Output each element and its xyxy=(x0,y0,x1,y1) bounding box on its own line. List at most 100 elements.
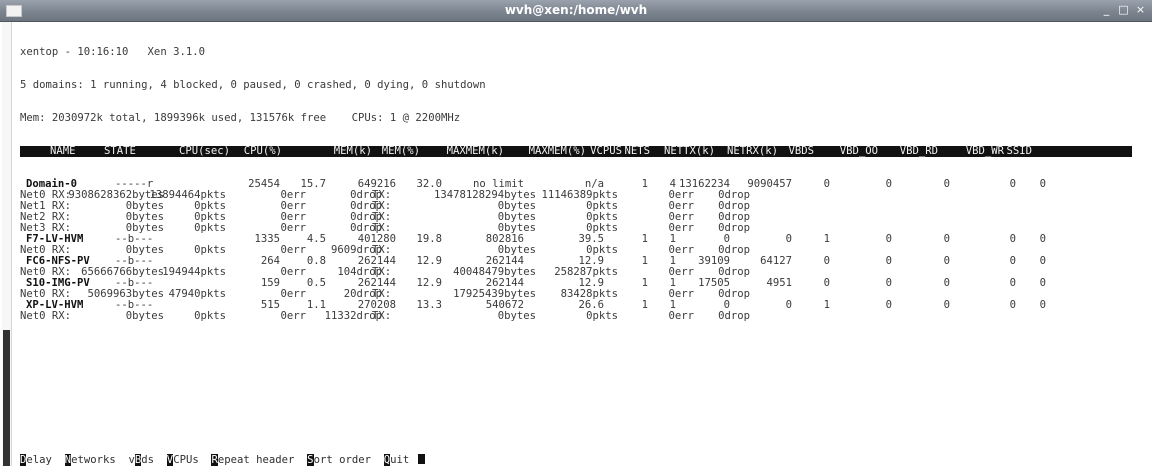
domain-vbd-oo-cell: 0 xyxy=(885,277,892,289)
column-header-maxmem-k: MAXMEM(k) xyxy=(446,145,504,157)
column-header-mem-k: MEM(k) xyxy=(333,145,372,157)
domain-netrx-cell: 9090457 xyxy=(747,178,792,190)
menu-sort-order[interactable]: Sort order xyxy=(307,454,371,466)
domain-ssid-cell: 0 xyxy=(1039,233,1046,245)
domain-vbd-wr-cell: 0 xyxy=(1009,255,1016,267)
domain-vbd-rd-cell: 0 xyxy=(943,255,950,267)
domain-vbd-oo-cell: 0 xyxy=(885,255,892,267)
menu-repeat-header-label: epeat header xyxy=(217,454,295,466)
domain-vbd-rd-cell: 0 xyxy=(943,277,950,289)
domain-row: XP-LV-HVM --b--- 515 1.1 270208 13.3 540672 26.… xyxy=(20,300,1148,311)
column-header-state: STATE xyxy=(104,145,136,157)
menu-delay-label: elay xyxy=(26,454,52,466)
scrollbar-thumb[interactable] xyxy=(3,330,10,466)
window-controls: _ □ × xyxy=(1099,3,1148,17)
column-header-cpu-pct: CPU(%) xyxy=(243,145,282,157)
domain-vcpus-cell: 1 xyxy=(641,255,648,267)
menu-delay[interactable]: Delay xyxy=(20,454,52,466)
column-header-nets: NETS xyxy=(624,145,650,157)
menu-networks[interactable]: Networks xyxy=(64,454,116,466)
domain-vbd-wr-cell: 0 xyxy=(1009,178,1016,190)
network-row: Net1 RX: 0bytes 0pkts 0err 0drop TX: 0bytes 0pk… xyxy=(20,201,1148,212)
domain-vbd-rd-cell: 0 xyxy=(943,233,950,245)
network-row: Net2 RX: 0bytes 0pkts 0err 0drop TX: 0bytes 0pk… xyxy=(20,212,1148,223)
column-header-name: NAME xyxy=(50,145,76,157)
domain-cpu-sec-cell: 25454 xyxy=(248,178,280,190)
domain-cpu-pct-cell: 4.5 xyxy=(306,233,326,245)
summary-line: Mem: 2030972k total, 1899396k used, 1315… xyxy=(20,112,461,124)
net-rx-bytes-cell: 0bytes xyxy=(125,310,164,322)
domain-row: F7-LV-HVM --b--- 1335 4.5 401280 19.8 802816 39… xyxy=(20,234,1148,245)
net-rx-err-cell: 0err xyxy=(280,244,306,256)
close-button[interactable]: × xyxy=(1133,3,1148,17)
domain-vbd-oo-cell: 0 xyxy=(885,178,892,190)
title-bar[interactable]: wvh@xen:/home/wvh _ □ × xyxy=(0,0,1152,22)
column-header-ssid: SSID xyxy=(1006,145,1032,157)
domain-vbds-cell: 1 xyxy=(823,299,830,311)
summary-line: 5 domains: 1 running, 4 blocked, 0 pause… xyxy=(20,79,486,91)
domain-vbds-cell: 0 xyxy=(823,178,830,190)
net-rx-err-cell: 0err xyxy=(280,310,306,322)
menu-networks-label: etworks xyxy=(71,454,116,466)
scrollbar[interactable] xyxy=(2,22,12,466)
domain-ssid-cell: 0 xyxy=(1039,178,1046,190)
domain-cpu-pct-cell: 1.1 xyxy=(306,299,326,311)
network-row: Net0 RX: 9308628362bytes 13894464pkts 0err 0… xyxy=(20,190,1148,201)
text-cursor xyxy=(417,454,425,464)
column-header-nettx: NETTX(k) xyxy=(663,145,715,157)
domain-vbds-cell: 1 xyxy=(823,233,830,245)
net-rx-pkts-cell: 47940pkts xyxy=(168,288,226,300)
terminal-window: wvh@xen:/home/wvh _ □ × xentop - 10:16:1… xyxy=(0,0,1152,466)
net-tx-bytes-cell: 0bytes xyxy=(497,310,536,322)
column-header-mem-pct: MEM(%) xyxy=(381,145,420,157)
domain-vbd-wr-cell: 0 xyxy=(1009,277,1016,289)
column-header-vbd-rd: VBD_RD xyxy=(899,145,938,157)
column-header-cpu-sec: CPU(sec) xyxy=(178,145,230,157)
xentop-output: xentop - 10:16:10 Xen 3.1.0 5 domains: 1… xyxy=(20,25,1148,463)
domain-vcpus-cell: 1 xyxy=(641,233,648,245)
net-rx-err-cell: 0err xyxy=(280,288,306,300)
domain-vbds-cell: 0 xyxy=(823,277,830,289)
domain-cpu-sec-cell: 159 xyxy=(260,277,280,289)
domain-cpu-sec-cell: 264 xyxy=(260,255,280,267)
maximize-button[interactable]: □ xyxy=(1116,3,1131,17)
net-label-cell: Net0 RX: xyxy=(20,310,72,322)
net-rx-pkts-cell: 0pkts xyxy=(194,244,226,256)
net-tx-drop-cell: 0drop xyxy=(718,288,750,300)
domain-vcpus-cell: 1 xyxy=(641,277,648,289)
domain-vbd-wr-cell: 0 xyxy=(1009,299,1016,311)
net-rx-pkts-cell: 194944pkts xyxy=(162,266,226,278)
domain-vcpus-cell: 1 xyxy=(641,178,648,190)
domain-mem-pct-cell: 19.8 xyxy=(416,233,442,245)
domain-vbd-oo-cell: 0 xyxy=(885,299,892,311)
menu-sort-order-label: ort order xyxy=(313,454,371,466)
column-header-vcpus: VCPUS xyxy=(590,145,622,157)
net-rx-pkts-cell: 0pkts xyxy=(194,310,226,322)
net-tx-pkts-cell: 0pkts xyxy=(586,310,618,322)
domain-cpu-sec-cell: 515 xyxy=(260,299,280,311)
domain-netrx-cell: 64127 xyxy=(760,255,792,267)
domain-vbd-rd-cell: 0 xyxy=(943,178,950,190)
domain-vcpus-cell: 1 xyxy=(641,299,648,311)
net-tx-drop-cell: 0drop xyxy=(718,222,750,234)
menu-quit[interactable]: Quit xyxy=(383,454,409,466)
domain-vbd-wr-cell: 0 xyxy=(1009,233,1016,245)
summary-line: xentop - 10:16:10 Xen 3.1.0 xyxy=(20,46,205,58)
domain-table: Domain-0 -----r 25454 15.7 649216 32.0 no limi… xyxy=(20,179,1148,322)
menu-vcpus[interactable]: VCPUs xyxy=(166,454,199,466)
window-title: wvh@xen:/home/wvh xyxy=(504,3,648,17)
menu-repeat-header[interactable]: Repeat header xyxy=(211,454,294,466)
menu-vbds[interactable]: vBds xyxy=(128,454,154,466)
domain-ssid-cell: 0 xyxy=(1039,299,1046,311)
domain-mem-pct-cell: 13.3 xyxy=(416,299,442,311)
domain-netrx-cell: 0 xyxy=(785,299,792,311)
net-tx-drop-cell: 0drop xyxy=(718,310,750,322)
domain-mem-pct-cell: 12.9 xyxy=(416,277,442,289)
domain-ssid-cell: 0 xyxy=(1039,255,1046,267)
domain-netrx-cell: 0 xyxy=(785,233,792,245)
column-header-vbds: VBDS xyxy=(788,145,814,157)
net-tx-label-cell: TX: xyxy=(372,310,392,322)
column-header-vbd-wr: VBD_WR xyxy=(965,145,1004,157)
minimize-button[interactable]: _ xyxy=(1099,3,1114,17)
net-rx-err-cell: 0err xyxy=(280,266,306,278)
